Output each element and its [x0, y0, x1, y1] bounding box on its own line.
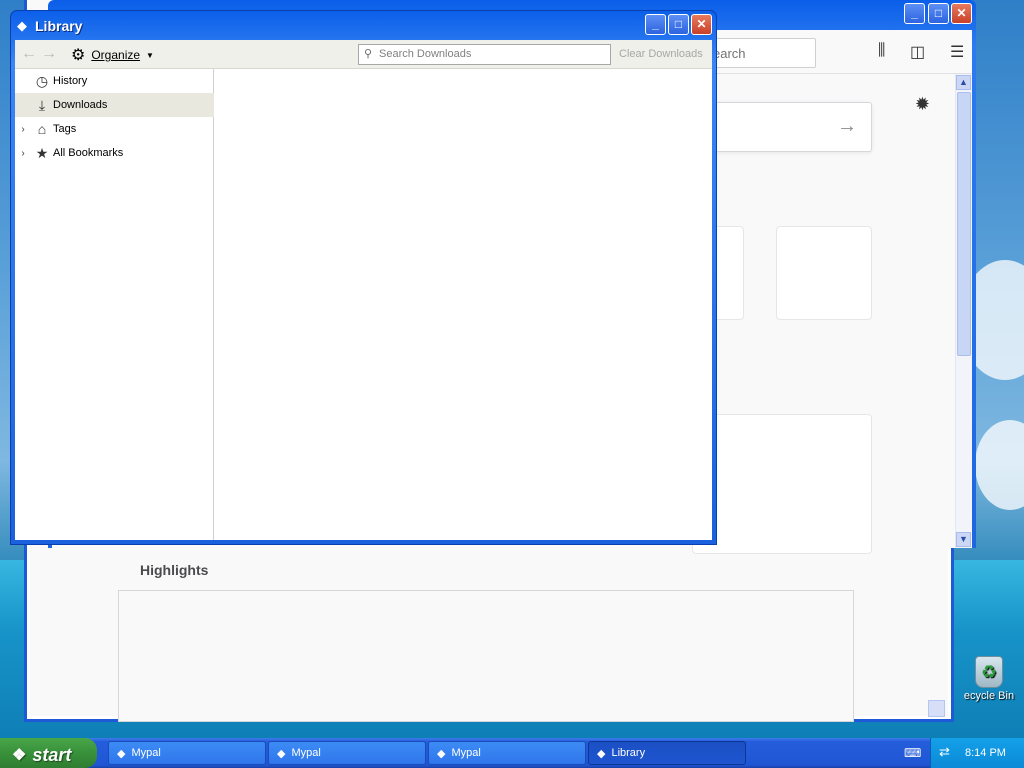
gear-icon: ⚙	[71, 47, 86, 64]
sidebar-item-label: All Bookmarks	[53, 147, 124, 159]
close-button[interactable]: ✕	[691, 14, 712, 35]
sidebar-item-label: Tags	[53, 123, 77, 135]
library-sidebar: ◷ History ⤓ Downloads › ⌂ Tags › ★ All B…	[15, 69, 214, 540]
minimize-button[interactable]: _	[904, 3, 925, 24]
chevron-down-icon: ▼	[146, 50, 154, 60]
window-title: Library	[35, 18, 83, 34]
library-window: ◆ Library _ □ ✕ ← → ⚙ Organize ▼ ⚲ Searc…	[10, 10, 717, 545]
taskbar-button[interactable]: ◆ Library	[588, 741, 746, 765]
menu-icon[interactable]: ☰	[950, 42, 964, 62]
sidebar-item-downloads[interactable]: ⤓ Downloads	[15, 93, 214, 117]
arrow-right-icon[interactable]: →	[837, 115, 857, 138]
cloud	[975, 420, 1024, 510]
star-icon: ★	[35, 144, 49, 161]
gear-icon[interactable]: ✹	[915, 94, 930, 115]
library-icon[interactable]: ⫼	[878, 42, 885, 60]
app-icon: ◆	[597, 747, 606, 760]
scroll-thumb[interactable]	[957, 92, 971, 356]
search-icon: ⚲	[364, 48, 373, 60]
download-icon: ⤓	[38, 96, 46, 113]
system-tray: ⇄ 8:14 PM	[930, 738, 1024, 768]
close-button[interactable]: ✕	[951, 3, 972, 24]
minimize-button[interactable]: _	[645, 14, 666, 35]
taskbar-button-label: Mypal	[131, 747, 161, 759]
chevron-right-icon[interactable]: ›	[15, 124, 31, 135]
app-icon: ◆	[117, 747, 126, 760]
sidebar-item-all-bookmarks[interactable]: › ★ All Bookmarks	[15, 141, 214, 165]
chevron-right-icon[interactable]: ›	[15, 148, 31, 159]
scroll-down-button[interactable]	[928, 700, 945, 717]
app-icon: ◆	[17, 18, 27, 33]
taskbar: ❖ start ◆ Mypal ◆ Mypal ◆ Mypal ◆ Librar…	[0, 738, 1024, 768]
library-body: ◷ History ⤓ Downloads › ⌂ Tags › ★ All B…	[15, 69, 712, 540]
maximize-button[interactable]: □	[668, 14, 689, 35]
recycle-bin-label: ecycle Bin	[963, 690, 1015, 702]
scroll-down-button[interactable]: ▼	[956, 532, 971, 547]
maximize-button[interactable]: □	[928, 3, 949, 24]
library-titlebar[interactable]: ◆ Library _ □ ✕	[11, 11, 716, 40]
newtab-search-box[interactable]: →	[692, 102, 872, 152]
clock[interactable]: 8:14 PM	[965, 747, 1006, 759]
section-box	[692, 414, 872, 554]
library-toolbar: ← → ⚙ Organize ▼ ⚲ Search Downloads Clea…	[15, 40, 712, 69]
vertical-scrollbar[interactable]: ▲ ▼	[955, 74, 972, 548]
highlights-box	[118, 590, 854, 722]
sidebar-item-history[interactable]: ◷ History	[15, 69, 214, 93]
start-label: start	[32, 744, 72, 765]
highlights-heading: Highlights	[140, 562, 209, 578]
back-arrow-icon[interactable]: ←	[21, 45, 37, 63]
taskbar-button-label: Mypal	[291, 747, 321, 759]
recycle-bin-icon[interactable]: ♻ ecycle Bin	[954, 656, 1024, 702]
keyboard-icon[interactable]: ⌨	[904, 746, 921, 760]
sidebar-item-label: History	[53, 75, 88, 87]
taskbar-button[interactable]: ◆ Mypal	[268, 741, 426, 765]
search-placeholder: Search Downloads	[379, 48, 472, 60]
start-button[interactable]: ❖ start	[0, 738, 97, 768]
sidebar-item-label: Downloads	[53, 99, 108, 111]
taskbar-button[interactable]: ◆ Mypal	[108, 741, 266, 765]
scroll-up-button[interactable]: ▲	[956, 75, 971, 90]
taskbar-button-label: Mypal	[451, 747, 481, 759]
sidebar-icon[interactable]: ◫	[910, 42, 925, 62]
network-icon[interactable]: ⇄	[939, 744, 950, 760]
windows-flag-icon: ❖	[12, 747, 27, 764]
organize-label: Organize	[91, 48, 141, 62]
app-icon: ◆	[277, 747, 286, 760]
organize-button[interactable]: ⚙ Organize ▼	[71, 45, 154, 65]
downloads-list[interactable]	[215, 69, 712, 540]
app-icon: ◆	[437, 747, 446, 760]
taskbar-button-label: Library	[611, 747, 646, 759]
clock-icon: ◷	[35, 72, 49, 89]
taskbar-button[interactable]: ◆ Mypal	[428, 741, 586, 765]
clear-downloads-button[interactable]: Clear Downloads	[619, 48, 703, 60]
recycle-symbol-icon: ♻	[975, 656, 1003, 688]
sidebar-item-tags[interactable]: › ⌂ Tags	[15, 117, 214, 141]
tag-icon: ⌂	[37, 121, 47, 137]
forward-arrow-icon[interactable]: →	[41, 45, 57, 63]
search-downloads-input[interactable]: ⚲ Search Downloads	[358, 44, 611, 65]
top-site-tile[interactable]	[776, 226, 872, 320]
